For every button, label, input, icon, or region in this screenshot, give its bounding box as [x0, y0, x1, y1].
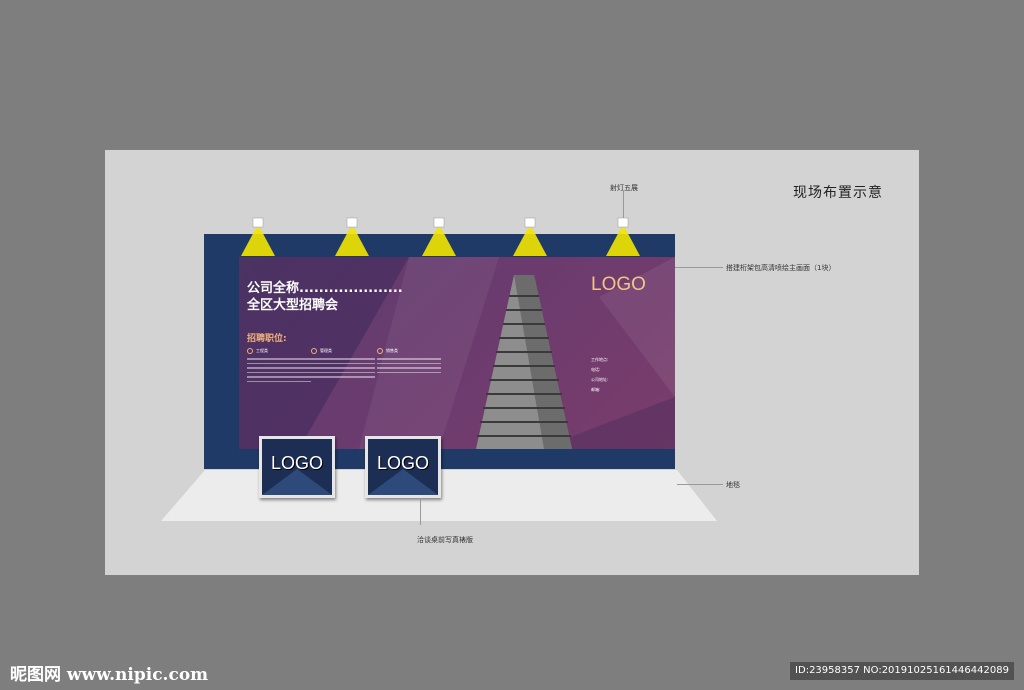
bullet-icon: [311, 348, 317, 354]
spotlight-icon: [335, 217, 369, 256]
contact-label: 工作地点:: [591, 357, 609, 362]
contact-label: 公司地址:: [591, 377, 609, 382]
position-title: 工程类: [256, 348, 268, 353]
building-image: [476, 275, 572, 449]
table-board-note: 洽谈桌前写真裱版: [417, 536, 473, 544]
truss-note: 搭建桁架包高清喷绘主画面（1块）: [726, 264, 836, 272]
board-logo: LOGO: [376, 453, 429, 473]
contact-label: 邮箱:: [591, 387, 601, 392]
banner-logo: LOGO: [591, 274, 646, 295]
position-title: 销售类: [386, 348, 398, 353]
event-title: 全区大型招聘会: [247, 298, 339, 313]
spotlight-note: 射灯五展: [610, 184, 638, 192]
bullet-icon: [377, 348, 383, 354]
watermark-site: 昵图网 www.nipic.com: [10, 665, 209, 685]
board-logo: LOGO: [270, 453, 323, 473]
leader-line: [677, 484, 723, 485]
table-board: LOGO: [259, 436, 335, 498]
table-board: LOGO: [365, 436, 441, 498]
positions-heading: 招聘职位:: [247, 334, 287, 344]
position-column: 管理类: [311, 347, 375, 381]
truss-backdrop: 公司全称..................... 全区大型招聘会 招聘职位: …: [204, 234, 675, 469]
position-column: 工程类: [247, 347, 311, 385]
carpet-note: 地毯: [726, 481, 740, 489]
main-banner: 公司全称..................... 全区大型招聘会 招聘职位: …: [239, 257, 675, 449]
layout-panel: 现场布置示意 公司全称..................... 全区大型招聘会…: [105, 150, 919, 575]
spotlight-icon: [513, 217, 547, 256]
position-column: 销售类: [377, 347, 441, 376]
contact-label: 电话:: [591, 367, 601, 372]
spotlight-icon: [422, 217, 456, 256]
watermark-id: ID:23958357 NO:20191025161446442089: [790, 662, 1014, 680]
spotlight-icon: [241, 217, 275, 256]
leader-line: [675, 267, 723, 268]
bullet-icon: [247, 348, 253, 354]
spotlight-icon: [606, 217, 640, 256]
position-title: 管理类: [320, 348, 332, 353]
leader-line: [420, 498, 421, 525]
leader-line: [623, 190, 624, 218]
